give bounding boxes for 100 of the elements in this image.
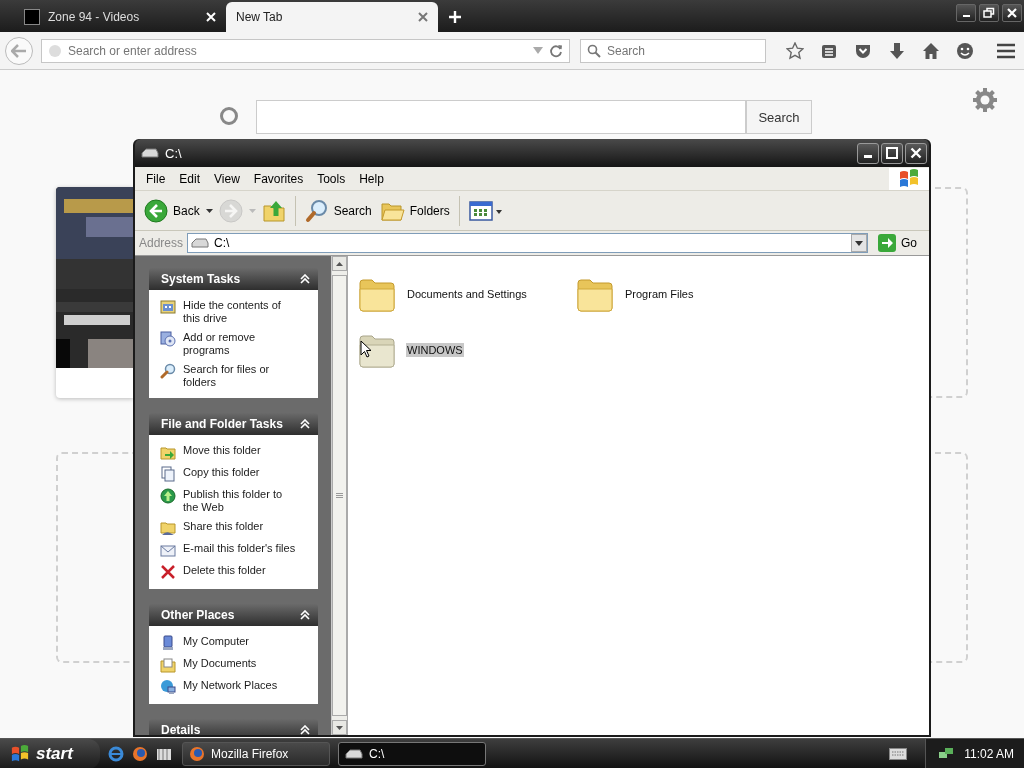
collapse-chevron-icon[interactable] (300, 610, 310, 620)
search-bar[interactable]: Search (580, 38, 766, 63)
close-button[interactable] (1002, 4, 1022, 22)
caret-icon[interactable] (205, 208, 213, 213)
panel-title: Details (161, 723, 201, 735)
task-link[interactable]: Publish this folder to the Web (183, 488, 299, 514)
taskbar-button[interactable]: Mozilla Firefox (182, 741, 330, 766)
menu-item[interactable]: Edit (172, 171, 208, 186)
collapse-chevron-icon[interactable] (300, 274, 310, 284)
mouse-pointer-icon (360, 340, 372, 358)
close-button[interactable] (905, 142, 927, 164)
collapse-chevron-icon[interactable] (300, 419, 310, 429)
address-field[interactable]: C:\ (187, 233, 868, 253)
task-link[interactable]: Add or remove programs (183, 331, 299, 357)
scroll-down-button[interactable] (332, 720, 347, 735)
menu-item[interactable]: Help (352, 171, 391, 186)
close-icon (1006, 7, 1018, 19)
globe-icon (48, 43, 62, 58)
menu-item[interactable]: View (207, 171, 247, 186)
panel-title: System Tasks (161, 272, 241, 286)
task-link[interactable]: Share this folder (183, 520, 299, 533)
panel-title: File and Folder Tasks (161, 417, 283, 431)
bookmark-star-icon[interactable] (786, 41, 804, 60)
taskbar-button[interactable]: C:\ (338, 741, 486, 766)
task-link[interactable]: My Documents (183, 657, 299, 670)
new-tab-icon[interactable] (448, 10, 462, 24)
maximize-button[interactable] (881, 142, 903, 164)
folder-name[interactable]: Documents and Settings (406, 287, 528, 301)
grip-icon (336, 493, 343, 498)
folder-name[interactable]: Program Files (624, 287, 695, 301)
shared-folder-icon (160, 520, 176, 536)
network-icon (160, 679, 176, 695)
home-icon[interactable] (922, 41, 940, 60)
address-input[interactable]: Search or enter address (68, 43, 527, 58)
favicon-icon (24, 9, 40, 25)
search-input[interactable]: Search (607, 43, 759, 58)
task-link[interactable]: Search for files or folders (183, 363, 299, 389)
reload-icon[interactable] (549, 43, 563, 58)
tab-title: New Tab (236, 10, 284, 24)
start-button[interactable]: start (0, 738, 100, 768)
smiley-icon[interactable] (956, 41, 974, 60)
search-icon (304, 198, 329, 223)
browser-tab[interactable]: Zone 94 - Videos (14, 2, 226, 32)
task-link[interactable]: Move this folder (183, 444, 299, 457)
back-button[interactable]: Back (141, 196, 203, 225)
menu-item[interactable]: Tools (310, 171, 353, 186)
drive-icon (191, 237, 210, 249)
minimize-icon (864, 155, 872, 158)
minimize-icon (962, 15, 970, 17)
panel-header[interactable]: System Tasks (149, 268, 318, 290)
address-bar[interactable]: Search or enter address (41, 38, 570, 63)
browser-tab[interactable]: New Tab (226, 2, 438, 32)
windows-flag-icon (10, 744, 30, 763)
internet-explorer-icon[interactable] (108, 745, 124, 762)
panel-header[interactable]: File and Folder Tasks (149, 413, 318, 435)
minimize-button[interactable] (956, 4, 976, 22)
task-link[interactable]: Delete this folder (183, 564, 299, 577)
search-button[interactable]: Search (746, 100, 812, 134)
documents-icon (160, 466, 176, 482)
back-arrow-icon (11, 43, 27, 58)
keyboard-icon[interactable] (889, 747, 908, 760)
task-link[interactable]: Copy this folder (183, 466, 299, 479)
delete-icon (160, 564, 176, 580)
up-arrow-icon (336, 261, 343, 266)
down-arrow-icon (336, 725, 343, 730)
task-link[interactable]: My Computer (183, 635, 299, 648)
caret-icon (855, 240, 863, 246)
windows-flag-icon (898, 168, 920, 189)
dropdown-button[interactable] (851, 234, 867, 252)
panel-header[interactable]: Details (149, 719, 318, 735)
panel-header[interactable]: Other Places (149, 604, 318, 626)
task-link[interactable]: Hide the contents of this drive (183, 299, 299, 325)
address-value: C:\ (214, 236, 231, 250)
go-button[interactable]: Go (872, 234, 925, 252)
envelope-icon (160, 542, 176, 558)
search-icon (160, 363, 176, 379)
folder-name[interactable]: WINDOWS (406, 343, 464, 357)
clock: 11:02 AM (964, 746, 1014, 761)
settings-icon[interactable] (972, 87, 998, 113)
menu-item[interactable]: Favorites (246, 171, 311, 186)
menu-item[interactable]: File (139, 171, 173, 186)
newtab-search-field[interactable] (256, 100, 746, 134)
collapse-chevron-icon[interactable] (300, 725, 310, 735)
search-button[interactable]: Search (301, 196, 375, 225)
task-link[interactable]: E-mail this folder's files (183, 542, 299, 555)
folders-button[interactable]: Folders (377, 197, 453, 224)
task-link[interactable]: My Network Places (183, 679, 299, 692)
maximize-icon (886, 147, 898, 159)
firefox-icon[interactable] (132, 745, 148, 762)
download-icon[interactable] (888, 41, 906, 60)
minimize-button[interactable] (857, 142, 879, 164)
menu-icon[interactable] (996, 41, 1016, 60)
restore-icon (983, 7, 995, 19)
views-grid-icon (468, 199, 503, 222)
window-icon (160, 299, 176, 315)
scroll-up-button[interactable] (332, 256, 347, 271)
search-icon (218, 106, 240, 128)
window-title: C:\ (165, 145, 183, 161)
documents-folder-icon (160, 657, 176, 673)
restore-button[interactable] (979, 4, 999, 22)
